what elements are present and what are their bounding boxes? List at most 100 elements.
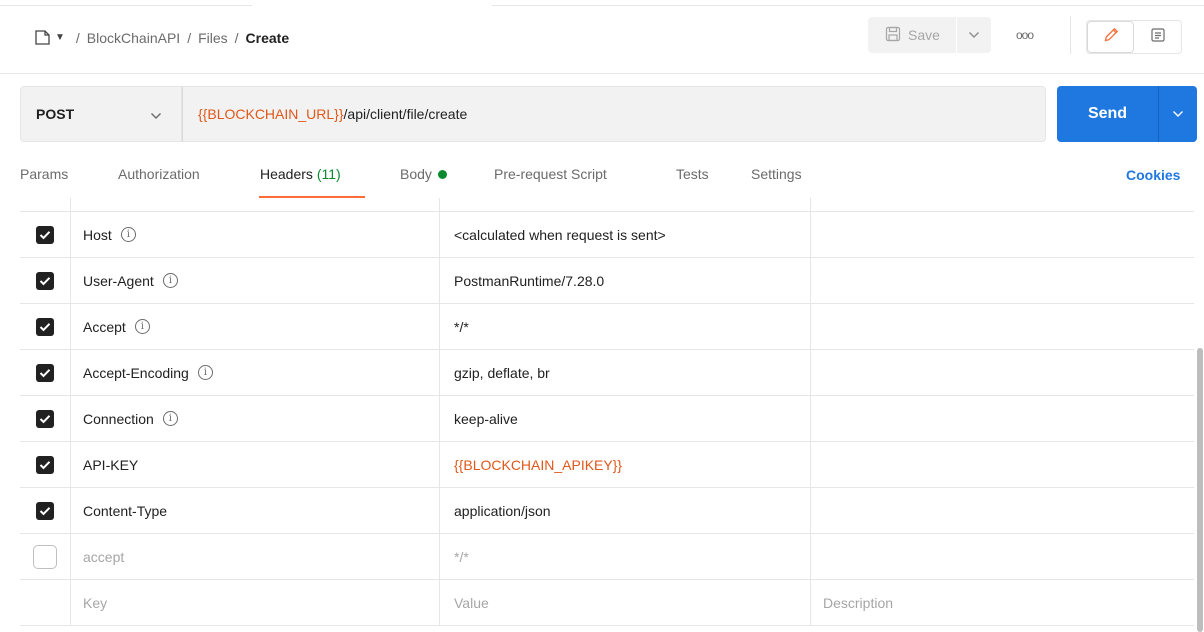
header-description[interactable] xyxy=(811,534,1194,579)
table-cell xyxy=(20,350,71,395)
request-tabs: Params Authorization Headers (11) Body P… xyxy=(0,156,1204,198)
check-icon xyxy=(39,414,51,423)
header-description[interactable] xyxy=(811,350,1194,395)
header-key[interactable]: API-KEY xyxy=(71,442,440,487)
headers-table: Host i <calculated when request is sent> Us… xyxy=(20,198,1194,626)
send-button[interactable]: Send xyxy=(1057,86,1158,142)
header-description[interactable] xyxy=(811,442,1194,487)
header-key[interactable]: Accept i xyxy=(71,304,440,349)
save-icon xyxy=(884,25,902,46)
save-options-button[interactable] xyxy=(957,17,991,53)
header-value-text: application/json xyxy=(454,502,551,519)
chevron-down-icon xyxy=(1172,105,1184,123)
header-value[interactable]: {{BLOCKCHAIN_APIKEY}} xyxy=(440,442,811,487)
table-cell xyxy=(20,304,71,349)
send-button-group: Send xyxy=(1057,86,1197,142)
header-key[interactable]: Accept-Encoding i xyxy=(71,350,440,395)
table-row xyxy=(20,198,1194,212)
breadcrumb-separator: / xyxy=(187,29,192,46)
info-icon[interactable]: i xyxy=(120,227,136,242)
header-value-text: {{BLOCKCHAIN_APIKEY}} xyxy=(454,456,623,473)
table-cell xyxy=(20,488,71,533)
info-icon[interactable]: i xyxy=(197,365,213,380)
table-cell xyxy=(440,198,811,211)
body-indicator-dot xyxy=(437,169,447,179)
table-row: Content-Type application/json xyxy=(20,488,1194,534)
tab-pre-request-script[interactable]: Pre-request Script xyxy=(494,166,607,182)
check-icon xyxy=(39,368,51,377)
tab-params[interactable]: Params xyxy=(20,166,68,182)
header-value[interactable]: application/json xyxy=(440,488,811,533)
more-actions-button[interactable]: ooo xyxy=(1016,28,1034,42)
header-key-text: Accept xyxy=(83,318,126,335)
edit-mode-button[interactable] xyxy=(1087,21,1135,53)
view-mode-toggle xyxy=(1086,20,1182,54)
header-key[interactable]: Content-Type xyxy=(71,488,440,533)
checkbox-checked[interactable] xyxy=(36,501,54,520)
comments-button[interactable] xyxy=(1134,21,1181,53)
header-key-text: User-Agent xyxy=(83,272,154,289)
header-description[interactable] xyxy=(811,396,1194,441)
tab-tests[interactable]: Tests xyxy=(676,166,709,182)
new-description-input[interactable]: Description xyxy=(811,580,1194,625)
header-key[interactable]: accept xyxy=(71,534,440,579)
header-value[interactable]: */* xyxy=(440,304,811,349)
table-cell xyxy=(20,212,71,257)
header-key[interactable]: Host i xyxy=(71,212,440,257)
new-key-input[interactable]: Key xyxy=(71,580,440,625)
breadcrumb: ▼ / BlockChainAPI / Files / Create xyxy=(33,28,289,47)
checkbox-checked[interactable] xyxy=(36,409,54,428)
header-value[interactable]: <calculated when request is sent> xyxy=(440,212,811,257)
request-name[interactable]: Create xyxy=(246,30,290,46)
scrollbar-thumb[interactable] xyxy=(1197,348,1203,632)
table-cell xyxy=(20,534,71,579)
table-row: Connection i keep-alive xyxy=(20,396,1194,442)
chevron-down-icon xyxy=(150,107,162,123)
header-key[interactable]: Connection i xyxy=(71,396,440,441)
tab-authorization[interactable]: Authorization xyxy=(118,166,200,182)
checkbox-checked[interactable] xyxy=(36,363,54,382)
table-row: Accept i */* xyxy=(20,304,1194,350)
new-value-input[interactable]: Value xyxy=(440,580,811,625)
info-icon[interactable]: i xyxy=(162,273,178,288)
check-icon xyxy=(39,276,51,285)
checkbox-unchecked[interactable] xyxy=(33,544,57,569)
table-cell xyxy=(20,580,71,625)
breadcrumb-folder[interactable]: Files xyxy=(198,30,228,46)
table-row: API-KEY {{BLOCKCHAIN_APIKEY}} xyxy=(20,442,1194,488)
header-value[interactable]: PostmanRuntime/7.28.0 xyxy=(440,258,811,303)
header-value-text: gzip, deflate, br xyxy=(454,364,550,381)
check-icon xyxy=(39,460,51,469)
header-key-text: Content-Type xyxy=(83,502,168,519)
checkbox-checked[interactable] xyxy=(36,271,54,290)
save-button[interactable]: Save xyxy=(868,17,956,53)
method-select[interactable]: POST xyxy=(20,86,182,142)
tab-headers[interactable]: Headers (11) xyxy=(260,166,341,182)
send-options-button[interactable] xyxy=(1159,86,1197,142)
header-key[interactable]: User-Agent i xyxy=(71,258,440,303)
info-icon[interactable]: i xyxy=(162,411,178,426)
header-description[interactable] xyxy=(811,304,1194,349)
caret-down-icon[interactable]: ▼ xyxy=(55,32,65,43)
checkbox-checked[interactable] xyxy=(36,225,54,244)
header-description[interactable] xyxy=(811,488,1194,533)
table-cell xyxy=(71,198,440,211)
table-cell xyxy=(20,258,71,303)
save-label: Save xyxy=(908,27,940,43)
checkbox-checked[interactable] xyxy=(36,317,54,336)
header-value-text: PostmanRuntime/7.28.0 xyxy=(454,272,605,289)
header-value[interactable]: */* xyxy=(440,534,811,579)
header-value[interactable]: gzip, deflate, br xyxy=(440,350,811,395)
info-icon[interactable]: i xyxy=(134,319,150,334)
breadcrumb-collection[interactable]: BlockChainAPI xyxy=(87,30,180,46)
table-cell xyxy=(20,198,71,211)
tab-settings[interactable]: Settings xyxy=(751,166,802,182)
header-value[interactable]: keep-alive xyxy=(440,396,811,441)
scrollbar[interactable] xyxy=(1196,202,1204,632)
header-description[interactable] xyxy=(811,258,1194,303)
header-description[interactable] xyxy=(811,212,1194,257)
url-input[interactable]: {{BLOCKCHAIN_URL}} /api/client/file/crea… xyxy=(182,86,1046,142)
checkbox-checked[interactable] xyxy=(36,455,54,474)
cookies-link[interactable]: Cookies xyxy=(1126,167,1180,183)
tab-body[interactable]: Body xyxy=(400,166,447,182)
